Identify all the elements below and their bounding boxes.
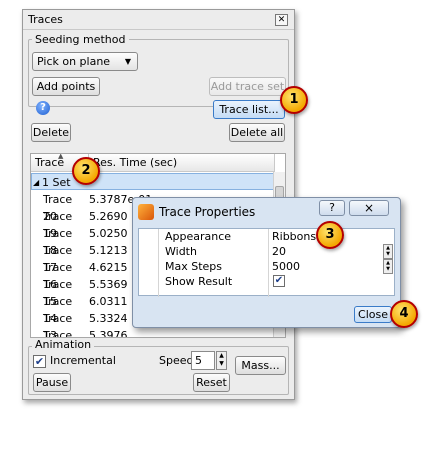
incremental-label: Incremental: [50, 354, 116, 367]
property-row[interactable]: Appearance Ribbons: [139, 229, 394, 244]
chevron-down-icon: ▼: [124, 57, 131, 66]
width-spinner[interactable]: ▲ ▼: [383, 244, 393, 259]
add-points-button[interactable]: Add points: [32, 77, 100, 96]
res-time-cell: 5.3976: [89, 329, 128, 338]
max-steps-spinner[interactable]: ▲ ▼: [383, 259, 393, 274]
table-row[interactable]: Trace 12 5.3976: [31, 327, 274, 338]
property-label: Width: [165, 245, 197, 258]
delete-button[interactable]: Delete: [31, 123, 71, 142]
pause-button[interactable]: Pause: [33, 373, 71, 392]
mass-button[interactable]: Mass...: [235, 356, 286, 375]
show-result-checkbox[interactable]: ✔: [273, 275, 285, 287]
close-button[interactable]: Close: [354, 306, 392, 323]
res-time-cell: 6.0311: [89, 295, 128, 308]
res-time-cell: 5.3324: [89, 312, 128, 325]
property-label: Show Result: [165, 275, 233, 288]
speed-label: Speed: [159, 354, 194, 367]
tree-set-row[interactable]: ◢ 1 Set: [31, 173, 274, 190]
speed-spinner[interactable]: ▲ ▼: [216, 351, 227, 370]
trace-name-cell: Trace 12: [43, 329, 73, 338]
sort-arrow-icon: ▲: [58, 153, 64, 160]
help-icon[interactable]: ?: [36, 101, 50, 115]
property-row[interactable]: Max Steps 5000: [139, 259, 394, 274]
res-time-cell: 5.1213: [89, 244, 128, 257]
app-icon: [138, 204, 154, 220]
trace-list-button[interactable]: Trace list...: [213, 100, 285, 119]
delete-all-button[interactable]: Delete all: [229, 123, 285, 142]
callout-2: 2: [72, 157, 100, 185]
animation-label: Animation: [32, 338, 95, 351]
property-label: Appearance: [165, 230, 232, 243]
column-header-res-time[interactable]: Res. Time (sec): [89, 154, 275, 172]
expand-arrow-icon[interactable]: ◢: [33, 174, 39, 191]
property-row[interactable]: Width 20: [139, 244, 394, 259]
property-value[interactable]: 5000: [272, 259, 300, 274]
dialog-title: Trace Properties: [159, 205, 256, 219]
reset-button[interactable]: Reset: [193, 373, 230, 392]
callout-1: 1: [280, 86, 308, 114]
res-time-cell: 5.5369: [89, 278, 128, 291]
incremental-checkbox[interactable]: ✔: [33, 355, 46, 368]
seeding-label: Seeding method: [32, 33, 129, 46]
seeding-method-select[interactable]: Pick on plane ▼: [32, 52, 138, 71]
traces-title: Traces: [28, 13, 63, 26]
trace-properties-dialog: Trace Properties ? × Appearance Ribbons Wi…: [132, 197, 401, 328]
close-icon[interactable]: ✕: [275, 14, 288, 26]
property-row[interactable]: Show Result: [139, 274, 394, 289]
properties-grid: Appearance Ribbons Width 20 Max Steps 5000 Sho…: [138, 228, 395, 297]
res-time-cell: 4.6215: [89, 261, 128, 274]
property-value[interactable]: 20: [272, 244, 286, 259]
callout-3: 3: [316, 221, 344, 249]
property-value[interactable]: Ribbons: [272, 229, 316, 244]
traces-titlebar: Traces: [23, 10, 294, 30]
seeding-method-value: Pick on plane: [37, 55, 111, 68]
add-trace-set-button[interactable]: Add trace set: [209, 77, 286, 96]
dialog-close-icon[interactable]: ×: [349, 200, 389, 216]
res-time-cell: 5.0250: [89, 227, 128, 240]
property-label: Max Steps: [165, 260, 223, 273]
set-label: 1 Set: [42, 176, 71, 189]
speed-input[interactable]: 5: [191, 351, 215, 370]
callout-4: 4: [390, 300, 418, 328]
seeding-group: [28, 39, 289, 107]
res-time-cell: 5.2690: [89, 210, 128, 223]
help-button[interactable]: ?: [319, 200, 345, 216]
